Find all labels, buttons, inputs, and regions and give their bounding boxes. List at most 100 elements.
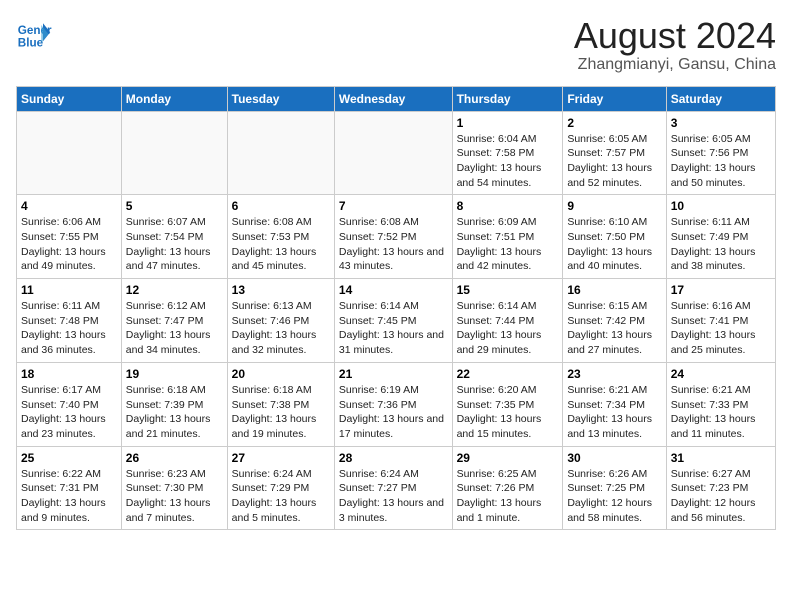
day-number: 19 — [126, 367, 223, 381]
day-info: Sunrise: 6:24 AMSunset: 7:27 PMDaylight:… — [339, 467, 448, 526]
calendar-cell: 8 Sunrise: 6:09 AMSunset: 7:51 PMDaylight… — [452, 195, 563, 279]
day-number: 2 — [567, 116, 661, 130]
day-info: Sunrise: 6:12 AMSunset: 7:47 PMDaylight:… — [126, 299, 223, 358]
page-title: August 2024 — [574, 16, 776, 56]
day-info: Sunrise: 6:09 AMSunset: 7:51 PMDaylight:… — [457, 215, 559, 274]
day-info: Sunrise: 6:24 AMSunset: 7:29 PMDaylight:… — [232, 467, 330, 526]
title-block: August 2024 Zhangmianyi, Gansu, China — [574, 16, 776, 74]
day-info: Sunrise: 6:27 AMSunset: 7:23 PMDaylight:… — [671, 467, 771, 526]
day-number: 11 — [21, 283, 117, 297]
day-info: Sunrise: 6:21 AMSunset: 7:34 PMDaylight:… — [567, 383, 661, 442]
day-number: 1 — [457, 116, 559, 130]
day-info: Sunrise: 6:17 AMSunset: 7:40 PMDaylight:… — [21, 383, 117, 442]
day-number: 28 — [339, 451, 448, 465]
day-number: 29 — [457, 451, 559, 465]
day-number: 5 — [126, 199, 223, 213]
day-number: 3 — [671, 116, 771, 130]
calendar-cell: 9Sunrise: 6:10 AMSunset: 7:50 PMDaylight… — [563, 195, 666, 279]
svg-text:Blue: Blue — [18, 37, 44, 50]
calendar-cell: 29 Sunrise: 6:25 AMSunset: 7:26 PMDayligh… — [452, 446, 563, 530]
day-number: 20 — [232, 367, 330, 381]
day-info: Sunrise: 6:25 AMSunset: 7:26 PMDaylight:… — [457, 467, 559, 526]
day-number: 17 — [671, 283, 771, 297]
calendar-cell: 11 Sunrise: 6:11 AMSunset: 7:48 PMDayligh… — [17, 279, 122, 363]
day-number: 8 — [457, 199, 559, 213]
day-number: 14 — [339, 283, 448, 297]
header-thursday: Thursday — [452, 86, 563, 111]
day-info: Sunrise: 6:04 AMSunset: 7:58 PMDaylight:… — [457, 132, 559, 191]
day-info: Sunrise: 6:14 AMSunset: 7:45 PMDaylight:… — [339, 299, 448, 358]
day-number: 10 — [671, 199, 771, 213]
day-info: Sunrise: 6:18 AMSunset: 7:39 PMDaylight:… — [126, 383, 223, 442]
header-wednesday: Wednesday — [334, 86, 452, 111]
calendar-cell: 5 Sunrise: 6:07 AMSunset: 7:54 PMDaylight… — [121, 195, 227, 279]
day-number: 26 — [126, 451, 223, 465]
day-number: 4 — [21, 199, 117, 213]
header-sunday: Sunday — [17, 86, 122, 111]
calendar-cell: 20Sunrise: 6:18 AMSunset: 7:38 PMDayligh… — [227, 362, 334, 446]
calendar-cell: 19 Sunrise: 6:18 AMSunset: 7:39 PMDayligh… — [121, 362, 227, 446]
day-number: 18 — [21, 367, 117, 381]
day-info: Sunrise: 6:08 AMSunset: 7:52 PMDaylight:… — [339, 215, 448, 274]
calendar-week-1: 1 Sunrise: 6:04 AMSunset: 7:58 PMDaylight… — [17, 111, 776, 195]
calendar-cell — [17, 111, 122, 195]
calendar-week-4: 18 Sunrise: 6:17 AMSunset: 7:40 PMDayligh… — [17, 362, 776, 446]
day-info: Sunrise: 6:05 AMSunset: 7:56 PMDaylight:… — [671, 132, 771, 191]
day-info: Sunrise: 6:11 AMSunset: 7:49 PMDaylight:… — [671, 215, 771, 274]
calendar-cell: 14 Sunrise: 6:14 AMSunset: 7:45 PMDayligh… — [334, 279, 452, 363]
calendar-cell: 28 Sunrise: 6:24 AMSunset: 7:27 PMDayligh… — [334, 446, 452, 530]
header-saturday: Saturday — [666, 86, 775, 111]
calendar-cell: 10 Sunrise: 6:11 AMSunset: 7:49 PMDayligh… — [666, 195, 775, 279]
day-info: Sunrise: 6:22 AMSunset: 7:31 PMDaylight:… — [21, 467, 117, 526]
calendar-cell: 26 Sunrise: 6:23 AMSunset: 7:30 PMDayligh… — [121, 446, 227, 530]
logo-icon: General Blue — [16, 16, 52, 52]
calendar-cell: 22 Sunrise: 6:20 AMSunset: 7:35 PMDayligh… — [452, 362, 563, 446]
calendar-cell: 27 Sunrise: 6:24 AMSunset: 7:29 PMDayligh… — [227, 446, 334, 530]
calendar-week-5: 25 Sunrise: 6:22 AMSunset: 7:31 PMDayligh… — [17, 446, 776, 530]
day-info: Sunrise: 6:14 AMSunset: 7:44 PMDaylight:… — [457, 299, 559, 358]
calendar-cell: 12 Sunrise: 6:12 AMSunset: 7:47 PMDayligh… — [121, 279, 227, 363]
calendar-cell — [121, 111, 227, 195]
calendar-cell: 18 Sunrise: 6:17 AMSunset: 7:40 PMDayligh… — [17, 362, 122, 446]
calendar-cell: 2 Sunrise: 6:05 AMSunset: 7:57 PMDaylight… — [563, 111, 666, 195]
calendar-cell: 13Sunrise: 6:13 AMSunset: 7:46 PMDayligh… — [227, 279, 334, 363]
header-friday: Friday — [563, 86, 666, 111]
day-number: 15 — [457, 283, 559, 297]
day-number: 30 — [567, 451, 661, 465]
day-number: 23 — [567, 367, 661, 381]
day-info: Sunrise: 6:11 AMSunset: 7:48 PMDaylight:… — [21, 299, 117, 358]
day-info: Sunrise: 6:20 AMSunset: 7:35 PMDaylight:… — [457, 383, 559, 442]
calendar-cell: 1 Sunrise: 6:04 AMSunset: 7:58 PMDaylight… — [452, 111, 563, 195]
day-number: 31 — [671, 451, 771, 465]
day-number: 25 — [21, 451, 117, 465]
day-info: Sunrise: 6:26 AMSunset: 7:25 PMDaylight:… — [567, 467, 661, 526]
page-header: General Blue August 2024 Zhangmianyi, Ga… — [16, 16, 776, 74]
calendar-cell: 31 Sunrise: 6:27 AMSunset: 7:23 PMDayligh… — [666, 446, 775, 530]
calendar-week-2: 4 Sunrise: 6:06 AMSunset: 7:55 PMDaylight… — [17, 195, 776, 279]
day-info: Sunrise: 6:07 AMSunset: 7:54 PMDaylight:… — [126, 215, 223, 274]
day-info: Sunrise: 6:06 AMSunset: 7:55 PMDaylight:… — [21, 215, 117, 274]
calendar-cell: 24 Sunrise: 6:21 AMSunset: 7:33 PMDayligh… — [666, 362, 775, 446]
day-number: 12 — [126, 283, 223, 297]
day-info: Sunrise: 6:21 AMSunset: 7:33 PMDaylight:… — [671, 383, 771, 442]
calendar-cell: 30 Sunrise: 6:26 AMSunset: 7:25 PMDayligh… — [563, 446, 666, 530]
day-info: Sunrise: 6:19 AMSunset: 7:36 PMDaylight:… — [339, 383, 448, 442]
page-subtitle: Zhangmianyi, Gansu, China — [574, 56, 776, 74]
calendar-cell: 4 Sunrise: 6:06 AMSunset: 7:55 PMDaylight… — [17, 195, 122, 279]
header-tuesday: Tuesday — [227, 86, 334, 111]
calendar-cell: 16Sunrise: 6:15 AMSunset: 7:42 PMDayligh… — [563, 279, 666, 363]
calendar-cell: 23 Sunrise: 6:21 AMSunset: 7:34 PMDayligh… — [563, 362, 666, 446]
day-number: 13 — [232, 283, 330, 297]
day-number: 7 — [339, 199, 448, 213]
day-info: Sunrise: 6:08 AMSunset: 7:53 PMDaylight:… — [232, 215, 330, 274]
calendar-cell — [334, 111, 452, 195]
day-info: Sunrise: 6:16 AMSunset: 7:41 PMDaylight:… — [671, 299, 771, 358]
day-number: 24 — [671, 367, 771, 381]
day-number: 9 — [567, 199, 661, 213]
day-number: 6 — [232, 199, 330, 213]
day-number: 22 — [457, 367, 559, 381]
calendar-cell: 7 Sunrise: 6:08 AMSunset: 7:52 PMDaylight… — [334, 195, 452, 279]
day-number: 27 — [232, 451, 330, 465]
day-info: Sunrise: 6:05 AMSunset: 7:57 PMDaylight:… — [567, 132, 661, 191]
day-info: Sunrise: 6:23 AMSunset: 7:30 PMDaylight:… — [126, 467, 223, 526]
